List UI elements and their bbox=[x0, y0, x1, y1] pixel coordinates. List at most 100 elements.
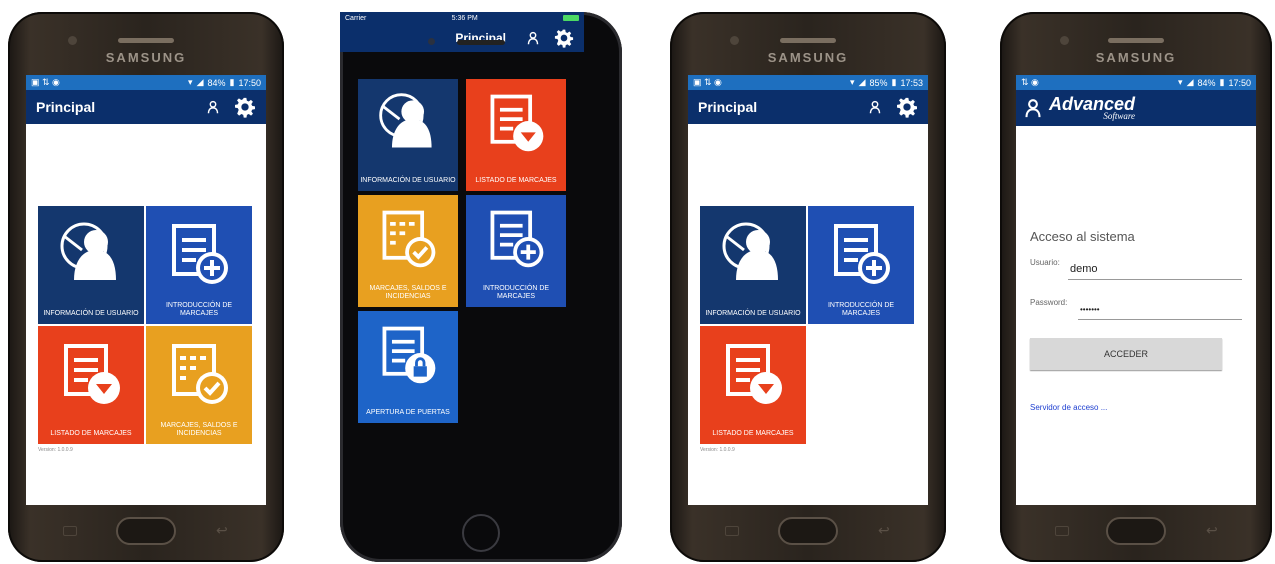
samsung-phone-4: SAMSUNG ⇅ ◉ ▾ ◢ 84% ▮ 17:50 Advanced Softwar… bbox=[1000, 12, 1272, 562]
status-bar: ▣ ⇅ ◉ ▾ ◢ 85% ▮ 17:53 bbox=[688, 75, 928, 90]
password-underline bbox=[1078, 319, 1242, 320]
tile-saldos[interactable]: MARCAJES, SALDOS E INCIDENCIAS bbox=[146, 326, 252, 444]
screen: ▣ ⇅ ◉ ▾ ◢ 85% ▮ 17:53 Principal INFORMACIÓN … bbox=[688, 75, 928, 505]
back-key[interactable]: ↩ bbox=[1206, 522, 1218, 539]
tile-saldos[interactable]: MARCAJES, SALDOS E INCIDENCIAS bbox=[358, 195, 458, 307]
version-label: Version: 1.0.0.9 bbox=[38, 447, 73, 453]
home-button[interactable] bbox=[116, 517, 176, 545]
server-access-link[interactable]: Servidor de acceso ... bbox=[1030, 403, 1107, 412]
brand-wordmark: Advanced Software bbox=[1049, 93, 1136, 121]
app-bar: Principal bbox=[26, 90, 266, 124]
settings-gear-icon[interactable] bbox=[554, 28, 574, 48]
earpiece bbox=[457, 40, 505, 45]
wifi-icon: ▾ bbox=[850, 77, 855, 87]
home-button[interactable] bbox=[462, 514, 500, 552]
tile-label: APERTURA DE PUERTAS bbox=[366, 408, 450, 416]
tile-user-info[interactable]: INFORMACIÓN DE USUARIO bbox=[700, 206, 806, 324]
tile-add-marcajes[interactable]: INTRODUCCIÓN DE MARCAJES bbox=[808, 206, 914, 324]
tile-label: INFORMACIÓN DE USUARIO bbox=[360, 176, 456, 184]
front-camera bbox=[68, 36, 77, 45]
tile-label: LISTADO DE MARCAJES bbox=[712, 429, 794, 437]
battery-percent: 84% bbox=[1197, 77, 1216, 88]
status-bar: ⇅ ◉ ▾ ◢ 84% ▮ 17:50 bbox=[1016, 75, 1256, 90]
battery-percent: 85% bbox=[869, 77, 888, 88]
carrier-label: Carrier bbox=[345, 14, 367, 22]
recent-apps-key[interactable] bbox=[63, 526, 77, 536]
back-key[interactable]: ↩ bbox=[878, 522, 890, 539]
screen: ▣ ⇅ ◉ ▾ ◢ 84% ▮ 17:50 Principal INFORMACIÓN … bbox=[26, 75, 266, 505]
front-camera bbox=[1060, 36, 1069, 45]
earpiece bbox=[1108, 38, 1164, 43]
signal-icon: ◢ bbox=[1186, 77, 1194, 87]
user-profile-icon[interactable] bbox=[866, 98, 884, 116]
document-add-icon bbox=[172, 224, 228, 284]
back-key[interactable]: ↩ bbox=[216, 522, 228, 539]
screen: ⇅ ◉ ▾ ◢ 84% ▮ 17:50 Advanced Software Acceso… bbox=[1016, 75, 1256, 505]
signal-icon: ◢ bbox=[196, 77, 204, 87]
battery-icon bbox=[563, 15, 579, 21]
brand-logo: SAMSUNG bbox=[1095, 50, 1177, 65]
app-bar: Principal bbox=[340, 24, 584, 52]
recent-apps-key[interactable] bbox=[1055, 526, 1069, 536]
tile-user-info[interactable]: INFORMACIÓN DE USUARIO bbox=[358, 79, 458, 191]
brand-logo: SAMSUNG bbox=[105, 50, 187, 65]
document-add-icon bbox=[834, 224, 890, 284]
password-input[interactable]: ••••••• bbox=[1080, 305, 1100, 314]
app-bar: Principal bbox=[688, 90, 928, 124]
user-info-icon bbox=[60, 222, 116, 280]
battery-icon: ▮ bbox=[1219, 77, 1225, 87]
tile-label: MARCAJES, SALDOS E INCIDENCIAS bbox=[160, 421, 238, 437]
battery-percent: 84% bbox=[207, 77, 226, 88]
document-list-icon bbox=[64, 344, 120, 404]
user-info-icon bbox=[379, 93, 432, 148]
tile-add-marcajes[interactable]: INTRODUCCIÓN DE MARCAJES bbox=[466, 195, 566, 307]
tile-list-marcajes[interactable]: LISTADO DE MARCAJES bbox=[466, 79, 566, 191]
status-bar: Carrier 5:36 PM bbox=[340, 12, 584, 24]
tile-label: INTRODUCCIÓN DE MARCAJES bbox=[165, 301, 233, 317]
settings-gear-icon[interactable] bbox=[896, 96, 918, 118]
samsung-phone-3: SAMSUNG ▣ ⇅ ◉ ▾ ◢ 85% ▮ 17:53 Principal INFO… bbox=[670, 12, 946, 562]
wifi-icon: ▾ bbox=[188, 77, 193, 87]
front-camera bbox=[730, 36, 739, 45]
earpiece bbox=[780, 38, 836, 43]
wifi-icon: ▾ bbox=[1178, 77, 1183, 87]
tile-list-marcajes[interactable]: LISTADO DE MARCAJES bbox=[38, 326, 144, 444]
settings-gear-icon[interactable] bbox=[234, 96, 256, 118]
clock: 17:53 bbox=[900, 77, 923, 88]
user-profile-icon[interactable] bbox=[204, 98, 222, 116]
tile-label: INFORMACIÓN DE USUARIO bbox=[705, 309, 801, 317]
acceder-button[interactable]: ACCEDER bbox=[1030, 338, 1222, 370]
page-title: Principal bbox=[698, 99, 758, 115]
status-bar: ▣ ⇅ ◉ ▾ ◢ 84% ▮ 17:50 bbox=[26, 75, 266, 90]
tile-list-marcajes[interactable]: LISTADO DE MARCAJES bbox=[700, 326, 806, 444]
user-profile-icon[interactable] bbox=[524, 29, 542, 47]
clock: 17:50 bbox=[238, 77, 261, 88]
earpiece bbox=[118, 38, 174, 43]
tile-open-doors[interactable]: APERTURA DE PUERTAS bbox=[358, 311, 458, 423]
login-heading: Acceso al sistema bbox=[1030, 229, 1135, 244]
page-title: Principal bbox=[36, 99, 96, 115]
signal-icon: ◢ bbox=[858, 77, 866, 87]
home-button[interactable] bbox=[1106, 517, 1166, 545]
tile-add-marcajes[interactable]: INTRODUCCIÓN DE MARCAJES bbox=[146, 206, 252, 324]
password-label: Password: bbox=[1030, 298, 1068, 307]
screen: Carrier 5:36 PM Principal INFORMACIÓN DE… bbox=[340, 12, 584, 442]
brand-logo: SAMSUNG bbox=[767, 50, 849, 65]
tile-label: LISTADO DE MARCAJES bbox=[50, 429, 132, 437]
tile-label: INTRODUCCIÓN DE MARCAJES bbox=[482, 284, 550, 300]
battery-icon: ▮ bbox=[229, 77, 235, 87]
username-input[interactable]: demo bbox=[1070, 263, 1098, 275]
battery-icon: ▮ bbox=[891, 77, 897, 87]
username-label: Usuario: bbox=[1030, 258, 1060, 267]
notification-icons: ⇅ ◉ bbox=[1021, 77, 1039, 87]
tile-user-info[interactable]: INFORMACIÓN DE USUARIO bbox=[38, 206, 144, 324]
advanced-logo-icon bbox=[1025, 99, 1041, 118]
clock: 5:36 PM bbox=[451, 14, 478, 22]
recent-apps-key[interactable] bbox=[725, 526, 739, 536]
user-info-icon bbox=[722, 222, 778, 280]
logo-main-text: Advanced bbox=[1049, 93, 1136, 114]
document-add-icon bbox=[490, 210, 544, 268]
front-camera bbox=[428, 38, 435, 45]
home-button[interactable] bbox=[778, 517, 838, 545]
iphone: Carrier 5:36 PM Principal INFORMACIÓN DE… bbox=[340, 12, 622, 562]
